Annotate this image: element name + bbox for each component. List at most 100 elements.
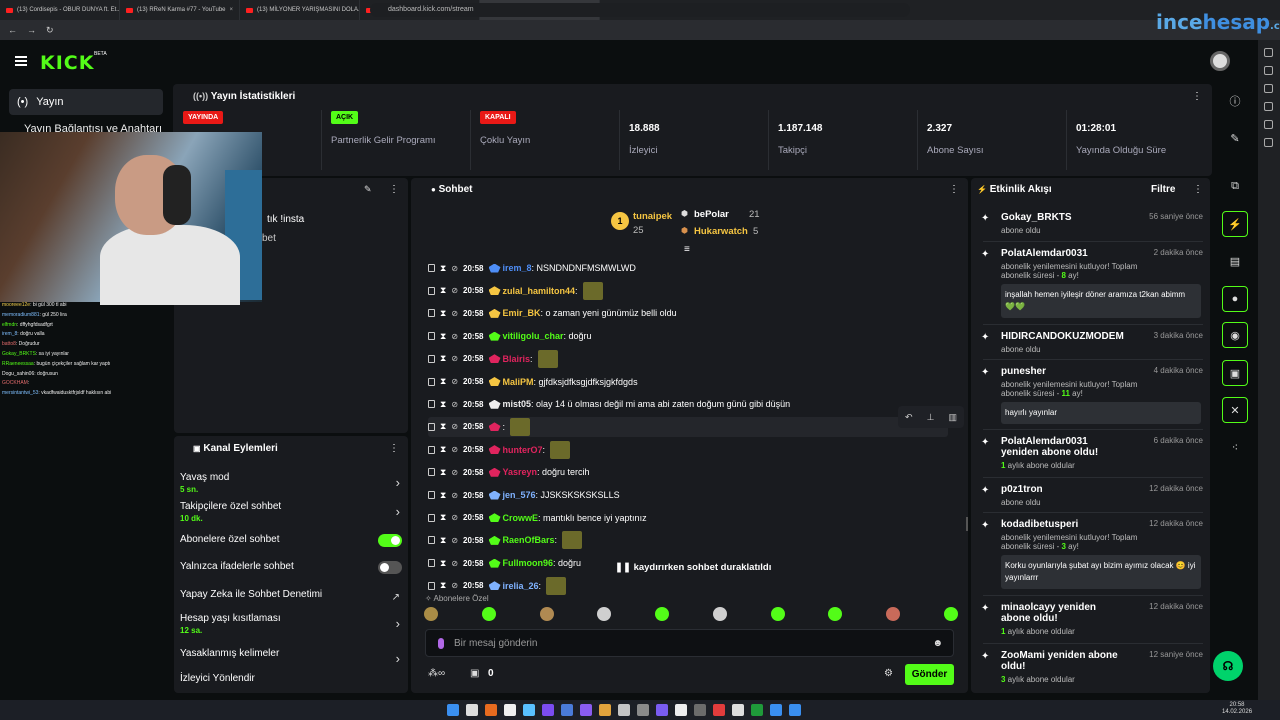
message-user[interactable]: Emir_BK <box>503 308 541 318</box>
delete-message-icon[interactable] <box>428 422 435 431</box>
message-user[interactable]: Blairis <box>503 354 531 364</box>
taskbar-app-icon[interactable] <box>599 704 611 716</box>
taskbar-app-icon[interactable] <box>618 704 630 716</box>
more-icon[interactable]: ⋮ <box>389 443 399 454</box>
notes-icon[interactable]: ▤ <box>1222 248 1248 274</box>
chat-message[interactable]: ⧗ ⊘ 20:58 Blairis : <box>428 349 948 369</box>
event-item[interactable]: ✦ p0z1tron abone oldu 12 dakika önce <box>981 484 1203 507</box>
delete-message-icon[interactable] <box>428 513 435 522</box>
message-user[interactable]: jen_576 <box>503 490 536 500</box>
browser-tab[interactable]: (13) RReN Karma #77 - YouTube × <box>120 0 240 20</box>
edit-icon[interactable]: ✎ <box>1222 125 1248 151</box>
taskbar-app-icon[interactable] <box>694 704 706 716</box>
event-item[interactable]: ✦ HIDIRCANDOKUZMODEM abone oldu 3 dakika … <box>981 331 1203 354</box>
delete-message-icon[interactable] <box>428 309 435 318</box>
sidebar-icon[interactable] <box>1264 84 1273 93</box>
emote[interactable] <box>481 607 496 621</box>
event-item[interactable]: ✦ ZooMami yeniden abone oldu! 3 aylık abo… <box>981 650 1203 684</box>
ban-icon[interactable]: ⊘ <box>451 491 458 500</box>
message-user[interactable]: CrowwE <box>503 513 539 523</box>
channel-action-item[interactable]: Hesap yaşı kısıtlaması 12 sa. › <box>180 613 402 635</box>
message-user[interactable]: irem_8 <box>503 263 532 273</box>
nav-item-yayin[interactable]: (•) Yayın <box>9 89 163 115</box>
delete-message-icon[interactable] <box>428 491 435 499</box>
ban-icon[interactable]: ⊘ <box>451 309 458 318</box>
delete-icon[interactable]: ▥ <box>948 412 957 423</box>
timeout-icon[interactable]: ⧗ <box>440 558 446 569</box>
timeout-icon[interactable]: ⧗ <box>440 535 446 546</box>
taskbar-app-icon[interactable] <box>751 704 763 716</box>
message-user[interactable]: mist05 <box>503 399 532 409</box>
chevron-right-icon[interactable]: › <box>396 616 400 631</box>
delete-message-icon[interactable] <box>428 377 435 386</box>
timeout-icon[interactable]: ⧗ <box>440 399 446 410</box>
taskbar-app-icon[interactable] <box>523 704 535 716</box>
toggle-switch[interactable] <box>378 561 402 574</box>
delete-message-icon[interactable] <box>428 400 435 409</box>
channel-action-item[interactable]: Yapay Zeka ile Sohbet Denetimi ↗ <box>180 589 402 603</box>
settings-icon[interactable]: ⚙ <box>884 668 893 679</box>
delete-message-icon[interactable] <box>428 581 435 590</box>
taskbar-app-icon[interactable] <box>580 704 592 716</box>
timeout-icon[interactable]: ⧗ <box>440 467 446 478</box>
broadcast-icon[interactable]: ◉ <box>1222 322 1248 348</box>
chat-message[interactable]: ⧗ ⊘ 20:58 Yasreyn : doğru tercih <box>428 462 948 482</box>
message-user[interactable]: irelia_26 <box>503 581 539 591</box>
event-item[interactable]: ✦ kodadibetusperi abonelik yenilemesini k… <box>981 519 1203 589</box>
taskbar-app-icon[interactable] <box>466 704 478 716</box>
timeout-icon[interactable]: ⧗ <box>440 308 446 319</box>
event-item[interactable]: ✦ PolatAlemdar0031 abonelik yenilemesini … <box>981 248 1203 318</box>
taskbar-app-icon[interactable] <box>656 704 668 716</box>
sidebar-icon[interactable] <box>1264 138 1273 147</box>
info-icon[interactable]: ⓘ <box>1222 88 1248 114</box>
gift-icon[interactable]: ▣ <box>470 668 479 679</box>
delete-message-icon[interactable] <box>428 332 435 341</box>
mic-icon[interactable] <box>438 637 444 649</box>
pin-icon[interactable]: ⊥ <box>927 412 935 423</box>
event-item[interactable]: ✦ minaolcayy yeniden abone oldu! 1 aylık … <box>981 602 1203 636</box>
wrench-icon[interactable]: ✕ <box>1222 397 1248 423</box>
ban-icon[interactable]: ⊘ <box>451 445 458 454</box>
ban-icon[interactable]: ⊘ <box>451 513 458 522</box>
message-user[interactable]: Fullmoon96 <box>503 558 554 568</box>
emote[interactable] <box>770 607 785 621</box>
delete-message-icon[interactable] <box>428 354 435 363</box>
delete-message-icon[interactable] <box>428 468 435 477</box>
filter-button[interactable]: Filtre <box>1151 184 1175 195</box>
taskbar-app-icon[interactable] <box>542 704 554 716</box>
chat-scrollbar[interactable] <box>966 517 968 531</box>
ban-icon[interactable]: ⊘ <box>451 422 458 431</box>
message-user[interactable]: Yasreyn <box>503 467 538 477</box>
channel-action-item[interactable]: Takipçilere özel sohbet 10 dk. › <box>180 501 402 523</box>
send-button[interactable]: Gönder <box>905 664 954 685</box>
edit-icon[interactable]: ✎ <box>364 184 372 195</box>
taskbar-app-icon[interactable] <box>770 704 782 716</box>
close-icon[interactable]: × <box>230 7 234 13</box>
taskbar-app-icon[interactable] <box>485 704 497 716</box>
chat-message[interactable]: ⧗ ⊘ 20:58 hunterO7 : <box>428 440 948 460</box>
chat-input[interactable]: Bir mesaj gönderin ☻ <box>425 629 954 657</box>
chevron-right-icon[interactable]: › <box>396 504 400 519</box>
event-item[interactable]: ✦ Gokay_BRKTS abone oldu 56 saniye önce <box>981 212 1203 235</box>
timeout-icon[interactable]: ⧗ <box>440 444 446 455</box>
message-user[interactable]: zulal_hamilton44 <box>503 286 576 296</box>
sidebar-icon[interactable] <box>1264 48 1273 57</box>
timeout-icon[interactable]: ⧗ <box>440 490 446 501</box>
sidebar-icon[interactable] <box>1264 120 1273 129</box>
timeout-icon[interactable]: ⧗ <box>440 580 446 591</box>
ban-icon[interactable]: ⊘ <box>451 581 458 590</box>
delete-message-icon[interactable] <box>428 445 435 454</box>
chat-message[interactable]: ⧗ ⊘ 20:58 MaliPM : gjfdksjdfksgjdfksjgkf… <box>428 372 948 392</box>
channel-action-item[interactable]: Abonelere özel sohbet <box>180 534 402 547</box>
delete-message-icon[interactable] <box>428 559 435 568</box>
emote[interactable] <box>655 607 670 621</box>
taskbar-app-icon[interactable] <box>637 704 649 716</box>
chat-message[interactable]: ⧗ ⊘ 20:58 irem_8 : NSNDNDNFMSMWLWD <box>428 258 948 278</box>
browser-tab[interactable]: (13) MİLYONER YARIŞMASINI DOLA...× <box>240 0 360 20</box>
emote[interactable] <box>886 607 901 621</box>
channel-action-item[interactable]: Yavaş mod 5 sn. › <box>180 472 402 494</box>
menu-icon[interactable] <box>15 56 27 66</box>
emote[interactable] <box>539 607 554 621</box>
ban-icon[interactable]: ⊘ <box>451 559 458 568</box>
more-icon[interactable]: ⋮ <box>1193 184 1203 195</box>
